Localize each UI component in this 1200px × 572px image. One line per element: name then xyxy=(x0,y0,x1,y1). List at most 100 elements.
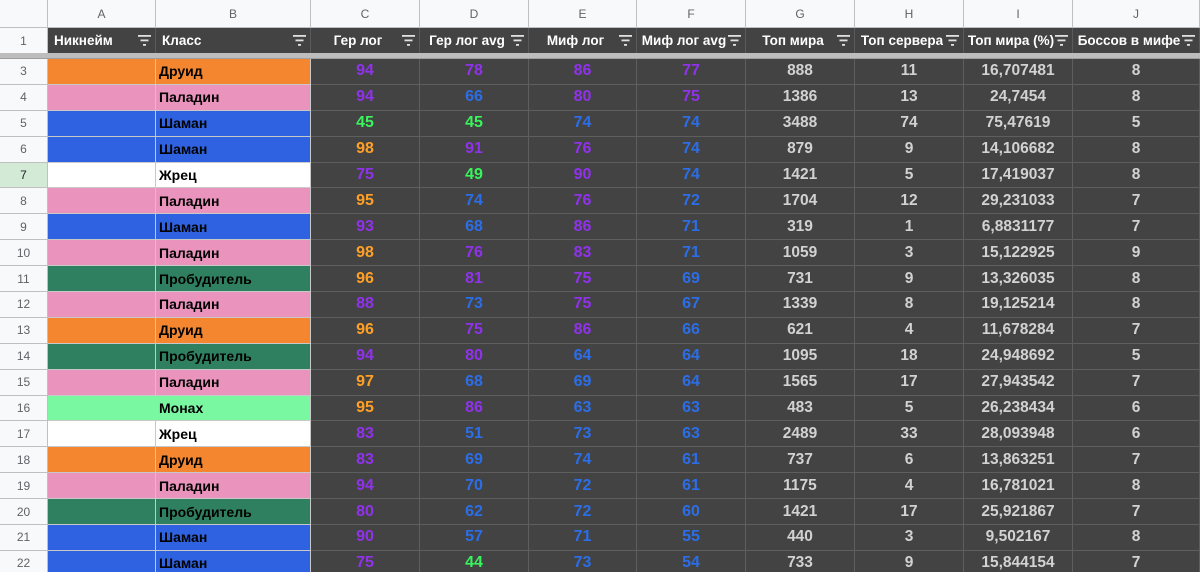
mythic-log-avg-cell[interactable]: 77 xyxy=(637,59,746,85)
heroic-log-avg-cell[interactable]: 51 xyxy=(420,421,529,448)
mythic-bosses-cell[interactable]: 7 xyxy=(1073,550,1200,572)
world-rank-percent-cell[interactable]: 15,122925 xyxy=(964,240,1073,267)
mythic-log-avg-cell[interactable]: 75 xyxy=(637,84,746,111)
heroic-log-avg-cell[interactable]: 49 xyxy=(420,162,529,189)
heroic-log-cell[interactable]: 96 xyxy=(311,266,420,293)
mythic-log-cell[interactable]: 90 xyxy=(529,162,637,189)
mythic-bosses-cell[interactable]: 8 xyxy=(1073,525,1200,551)
world-rank-cell[interactable]: 879 xyxy=(746,136,855,163)
heroic-log-avg-cell[interactable]: 66 xyxy=(420,84,529,111)
header-world-rank-percent[interactable]: Топ мира (%) xyxy=(964,28,1073,53)
row-number[interactable]: 22 xyxy=(0,550,48,572)
heroic-log-cell[interactable]: 97 xyxy=(311,369,420,396)
world-rank-cell[interactable]: 440 xyxy=(746,525,855,551)
class-cell[interactable]: Друид xyxy=(156,317,311,344)
mythic-bosses-cell[interactable]: 8 xyxy=(1073,136,1200,163)
mythic-log-cell[interactable]: 86 xyxy=(529,59,637,85)
heroic-log-cell[interactable]: 93 xyxy=(311,214,420,241)
nickname-cell[interactable] xyxy=(48,421,156,448)
row-number[interactable]: 8 xyxy=(0,188,48,215)
server-rank-cell[interactable]: 17 xyxy=(855,499,964,526)
mythic-bosses-cell[interactable]: 7 xyxy=(1073,188,1200,215)
class-cell[interactable]: Шаман xyxy=(156,110,311,137)
column-header-c[interactable]: C xyxy=(311,0,420,28)
server-rank-cell[interactable]: 5 xyxy=(855,395,964,422)
server-rank-cell[interactable]: 11 xyxy=(855,59,964,85)
column-header-d[interactable]: D xyxy=(420,0,529,28)
mythic-log-cell[interactable]: 74 xyxy=(529,110,637,137)
mythic-log-cell[interactable]: 86 xyxy=(529,317,637,344)
class-cell[interactable]: Паладин xyxy=(156,240,311,267)
row-number[interactable]: 17 xyxy=(0,421,48,448)
mythic-bosses-cell[interactable]: 5 xyxy=(1073,343,1200,370)
nickname-cell[interactable] xyxy=(48,473,156,500)
class-cell[interactable]: Жрец xyxy=(156,162,311,189)
header-server-rank[interactable]: Топ сервера xyxy=(855,28,964,53)
class-cell[interactable]: Пробудитель xyxy=(156,266,311,293)
nickname-cell[interactable] xyxy=(48,240,156,267)
filter-icon[interactable] xyxy=(619,35,632,46)
header-mythic-log-avg[interactable]: Миф лог avg xyxy=(637,28,746,53)
filter-icon[interactable] xyxy=(1182,35,1195,46)
mythic-log-avg-cell[interactable]: 63 xyxy=(637,395,746,422)
mythic-log-avg-cell[interactable]: 74 xyxy=(637,136,746,163)
mythic-log-avg-cell[interactable]: 71 xyxy=(637,214,746,241)
world-rank-percent-cell[interactable]: 24,948692 xyxy=(964,343,1073,370)
class-cell[interactable]: Паладин xyxy=(156,473,311,500)
world-rank-percent-cell[interactable]: 6,8831177 xyxy=(964,214,1073,241)
server-rank-cell[interactable]: 12 xyxy=(855,188,964,215)
world-rank-cell[interactable]: 319 xyxy=(746,214,855,241)
mythic-log-avg-cell[interactable]: 60 xyxy=(637,499,746,526)
mythic-log-avg-cell[interactable]: 67 xyxy=(637,292,746,318)
mythic-log-cell[interactable]: 72 xyxy=(529,499,637,526)
filter-icon[interactable] xyxy=(728,35,741,46)
world-rank-cell[interactable]: 483 xyxy=(746,395,855,422)
server-rank-cell[interactable]: 8 xyxy=(855,292,964,318)
world-rank-cell[interactable]: 733 xyxy=(746,550,855,572)
mythic-log-cell[interactable]: 76 xyxy=(529,188,637,215)
heroic-log-cell[interactable]: 94 xyxy=(311,343,420,370)
nickname-cell[interactable] xyxy=(48,292,156,318)
heroic-log-avg-cell[interactable]: 73 xyxy=(420,292,529,318)
server-rank-cell[interactable]: 17 xyxy=(855,369,964,396)
world-rank-cell[interactable]: 731 xyxy=(746,266,855,293)
column-header-a[interactable]: A xyxy=(48,0,156,28)
world-rank-percent-cell[interactable]: 24,7454 xyxy=(964,84,1073,111)
filter-icon[interactable] xyxy=(511,35,524,46)
filter-icon[interactable] xyxy=(837,35,850,46)
mythic-log-cell[interactable]: 86 xyxy=(529,214,637,241)
filter-icon[interactable] xyxy=(293,35,306,46)
mythic-log-cell[interactable]: 69 xyxy=(529,369,637,396)
row-number[interactable]: 16 xyxy=(0,395,48,422)
mythic-log-cell[interactable]: 71 xyxy=(529,525,637,551)
server-rank-cell[interactable]: 5 xyxy=(855,162,964,189)
nickname-cell[interactable] xyxy=(48,447,156,474)
mythic-log-cell[interactable]: 75 xyxy=(529,266,637,293)
row-number[interactable]: 10 xyxy=(0,240,48,267)
header-mythic-bosses[interactable]: Боссов в мифе xyxy=(1073,28,1200,53)
mythic-bosses-cell[interactable]: 6 xyxy=(1073,395,1200,422)
mythic-bosses-cell[interactable]: 8 xyxy=(1073,84,1200,111)
header-world-rank[interactable]: Топ мира xyxy=(746,28,855,53)
world-rank-percent-cell[interactable]: 14,106682 xyxy=(964,136,1073,163)
heroic-log-avg-cell[interactable]: 81 xyxy=(420,266,529,293)
nickname-cell[interactable] xyxy=(48,188,156,215)
heroic-log-avg-cell[interactable]: 74 xyxy=(420,188,529,215)
nickname-cell[interactable] xyxy=(48,136,156,163)
heroic-log-cell[interactable]: 75 xyxy=(311,162,420,189)
world-rank-cell[interactable]: 1095 xyxy=(746,343,855,370)
mythic-log-cell[interactable]: 72 xyxy=(529,473,637,500)
world-rank-cell[interactable]: 1421 xyxy=(746,162,855,189)
mythic-bosses-cell[interactable]: 8 xyxy=(1073,473,1200,500)
server-rank-cell[interactable]: 74 xyxy=(855,110,964,137)
heroic-log-avg-cell[interactable]: 57 xyxy=(420,525,529,551)
mythic-log-avg-cell[interactable]: 61 xyxy=(637,447,746,474)
world-rank-cell[interactable]: 888 xyxy=(746,59,855,85)
mythic-bosses-cell[interactable]: 7 xyxy=(1073,214,1200,241)
mythic-log-avg-cell[interactable]: 71 xyxy=(637,240,746,267)
class-cell[interactable]: Паладин xyxy=(156,188,311,215)
row-number[interactable]: 1 xyxy=(0,28,48,53)
mythic-log-cell[interactable]: 63 xyxy=(529,395,637,422)
nickname-cell[interactable] xyxy=(48,317,156,344)
world-rank-cell[interactable]: 621 xyxy=(746,317,855,344)
